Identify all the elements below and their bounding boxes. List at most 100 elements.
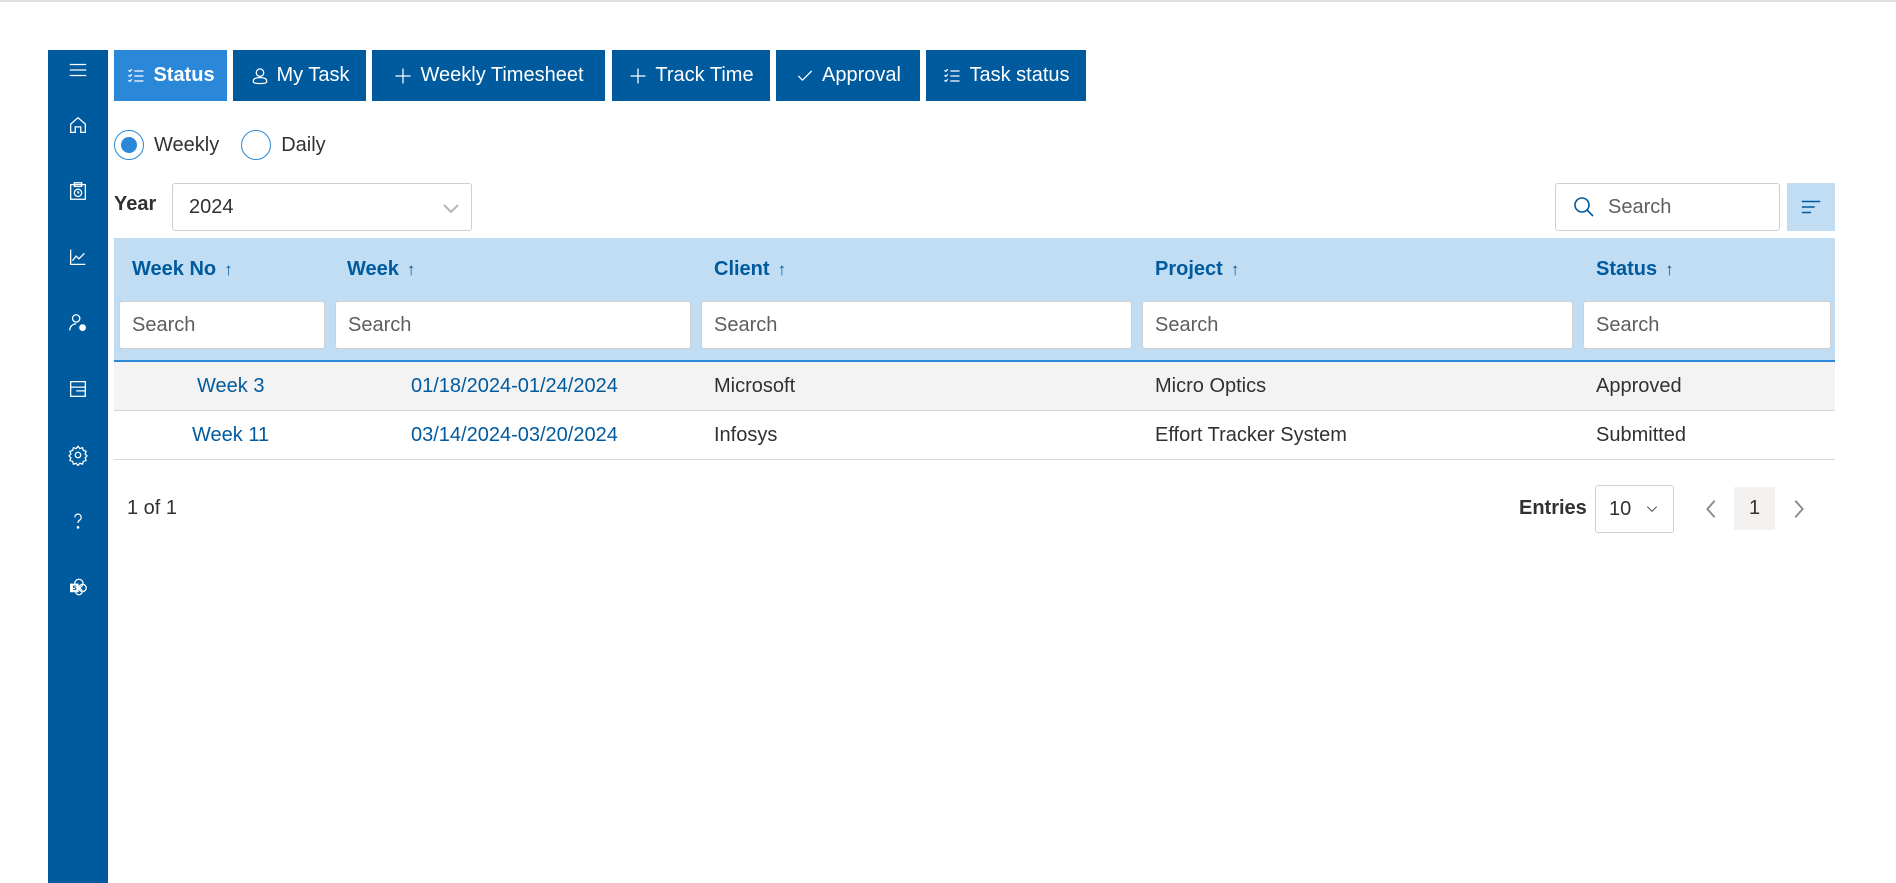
chevron-down-icon	[443, 204, 459, 214]
column-header-status[interactable]: Status ↑	[1596, 258, 1674, 281]
layout-panel-icon	[70, 381, 86, 397]
sidebar-item-home[interactable]	[48, 105, 108, 145]
column-header-label: Week	[347, 258, 399, 280]
column-header-label: Project	[1155, 258, 1223, 280]
cell-status: Approved	[1596, 374, 1682, 397]
sort-ascending-icon: ↑	[224, 259, 233, 279]
previous-page-button[interactable]	[1700, 490, 1722, 528]
radio-selected-dot	[121, 137, 137, 153]
plus-icon	[630, 68, 646, 83]
tab-status-label: Status	[153, 64, 215, 86]
search-placeholder: Search	[1608, 195, 1672, 218]
table-header: Week No ↑ Week ↑ Client ↑ Project ↑ Stat…	[114, 238, 1835, 362]
filter-placeholder: Search	[1596, 313, 1660, 336]
sort-ascending-icon: ↑	[777, 259, 787, 279]
page-number: 1	[1748, 497, 1761, 519]
radio-daily-circle[interactable]	[241, 130, 272, 160]
column-header-week-no[interactable]: Week No ↑	[132, 258, 233, 281]
column-header-project[interactable]: Project ↑	[1155, 258, 1239, 281]
sort-filter-button[interactable]	[1787, 183, 1835, 231]
tab-approval-label: Approval	[822, 64, 901, 86]
tab-task-status[interactable]: Task status	[926, 50, 1086, 101]
filter-placeholder: Search	[1155, 313, 1219, 336]
sidebar-item-menu[interactable]	[48, 50, 108, 90]
filter-week-no-input[interactable]: Search	[119, 301, 325, 349]
filter-status-input[interactable]: Search	[1583, 301, 1831, 349]
entries-label: Entries	[1519, 497, 1587, 519]
plus-icon	[395, 68, 411, 83]
radio-weekly-label: Weekly	[154, 133, 220, 156]
radio-weekly[interactable]: Weekly	[114, 130, 219, 160]
sidebar-item-settings[interactable]	[48, 435, 108, 475]
sidebar-item-layout[interactable]	[48, 369, 108, 409]
tab-weekly-timesheet[interactable]: Weekly Timesheet	[372, 50, 605, 101]
cell-project: Micro Optics	[1155, 374, 1267, 397]
line-chart-icon	[70, 249, 86, 265]
question-icon	[74, 513, 82, 529]
cell-client: Infosys	[714, 423, 778, 446]
column-header-client[interactable]: Client ↑	[714, 258, 786, 281]
tab-my-task[interactable]: My Task	[233, 50, 366, 101]
sidebar: S	[48, 50, 108, 883]
search-input[interactable]: Search	[1555, 183, 1780, 231]
chevron-left-icon	[1706, 500, 1716, 518]
filter-placeholder: Search	[132, 313, 196, 336]
tab-my-task-label: My Task	[276, 64, 350, 86]
person-icon	[252, 67, 267, 84]
next-page-button[interactable]	[1788, 490, 1810, 528]
entries-per-page-dropdown[interactable]: 10	[1595, 485, 1674, 533]
person-gear-icon	[69, 314, 86, 331]
cell-client: Microsoft	[714, 374, 796, 397]
top-border	[0, 0, 1896, 2]
checklist-icon	[128, 68, 144, 82]
text-align-left-icon	[1801, 200, 1821, 214]
sidebar-item-help[interactable]	[48, 501, 108, 541]
sidebar-item-user-settings[interactable]	[48, 303, 108, 343]
svg-text:S: S	[72, 584, 77, 592]
filter-placeholder: Search	[348, 313, 412, 336]
sidebar-item-sharepoint[interactable]: S	[48, 567, 108, 607]
column-header-week[interactable]: Week ↑	[347, 258, 415, 281]
cell-week[interactable]: 03/14/2024-03/20/2024	[411, 411, 618, 459]
column-header-label: Client	[714, 258, 770, 280]
tab-track-time[interactable]: Track Time	[612, 50, 770, 101]
tab-approval[interactable]: Approval	[776, 50, 920, 101]
filter-client-input[interactable]: Search	[701, 301, 1132, 349]
gear-icon	[68, 445, 88, 466]
page-number-button[interactable]: 1	[1734, 487, 1775, 530]
sharepoint-icon: S	[70, 578, 87, 596]
chevron-right-icon	[1794, 500, 1804, 518]
year-label: Year	[114, 193, 157, 215]
hamburger-menu-icon	[69, 63, 87, 77]
radio-weekly-circle[interactable]	[114, 130, 144, 160]
year-dropdown[interactable]: 2024	[172, 183, 472, 231]
table-row[interactable]: Week 11 03/14/2024-03/20/2024 Infosys Ef…	[114, 411, 1835, 460]
tab-task-status-label: Task status	[969, 64, 1070, 86]
column-header-label: Status	[1596, 258, 1658, 280]
filter-placeholder: Search	[714, 313, 778, 336]
sidebar-item-reports[interactable]	[48, 237, 108, 277]
sort-ascending-icon: ↑	[1230, 259, 1240, 279]
sidebar-item-timesheet[interactable]	[48, 171, 108, 211]
cell-week[interactable]: 01/18/2024-01/24/2024	[411, 362, 618, 410]
radio-daily[interactable]: Daily	[241, 130, 326, 160]
tab-weekly-timesheet-label: Weekly Timesheet	[420, 64, 584, 86]
search-icon	[1574, 197, 1594, 217]
view-mode-radio-group: Weekly Daily	[114, 129, 348, 161]
column-header-label: Week No	[132, 258, 217, 280]
clipboard-clock-icon	[70, 182, 86, 200]
year-dropdown-value: 2024	[189, 195, 234, 218]
cell-week-no[interactable]: Week 3	[197, 362, 264, 410]
filter-week-input[interactable]: Search	[335, 301, 691, 349]
home-icon	[70, 116, 86, 133]
filter-project-input[interactable]: Search	[1142, 301, 1573, 349]
sort-ascending-icon: ↑	[406, 259, 416, 279]
tab-track-time-label: Track Time	[655, 64, 754, 86]
tab-status[interactable]: Status	[114, 50, 227, 101]
chevron-down-icon	[1647, 506, 1658, 513]
cell-status: Submitted	[1596, 423, 1687, 446]
sort-ascending-icon: ↑	[1665, 259, 1674, 279]
cell-week-no[interactable]: Week 11	[192, 411, 269, 459]
table-row[interactable]: Week 3 01/18/2024-01/24/2024 Microsoft M…	[114, 362, 1835, 411]
page-info: 1 of 1	[127, 497, 178, 519]
